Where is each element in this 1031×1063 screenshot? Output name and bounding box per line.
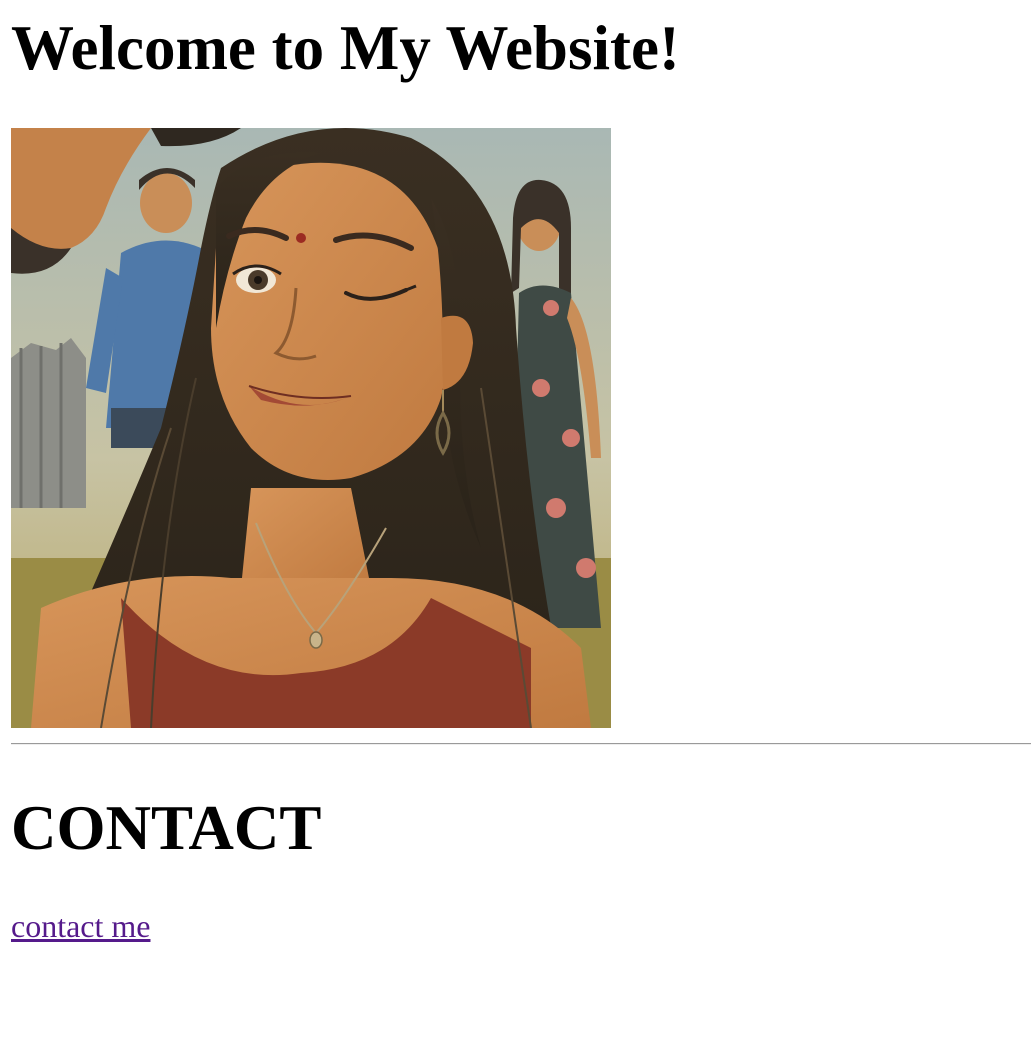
contact-me-link[interactable]: contact me bbox=[11, 906, 150, 946]
hero-image bbox=[11, 128, 611, 728]
contact-heading: CONTACT bbox=[11, 793, 322, 863]
section-divider bbox=[11, 743, 1031, 745]
portrait-illustration bbox=[11, 128, 611, 728]
page-title: Welcome to My Website! bbox=[11, 13, 680, 83]
